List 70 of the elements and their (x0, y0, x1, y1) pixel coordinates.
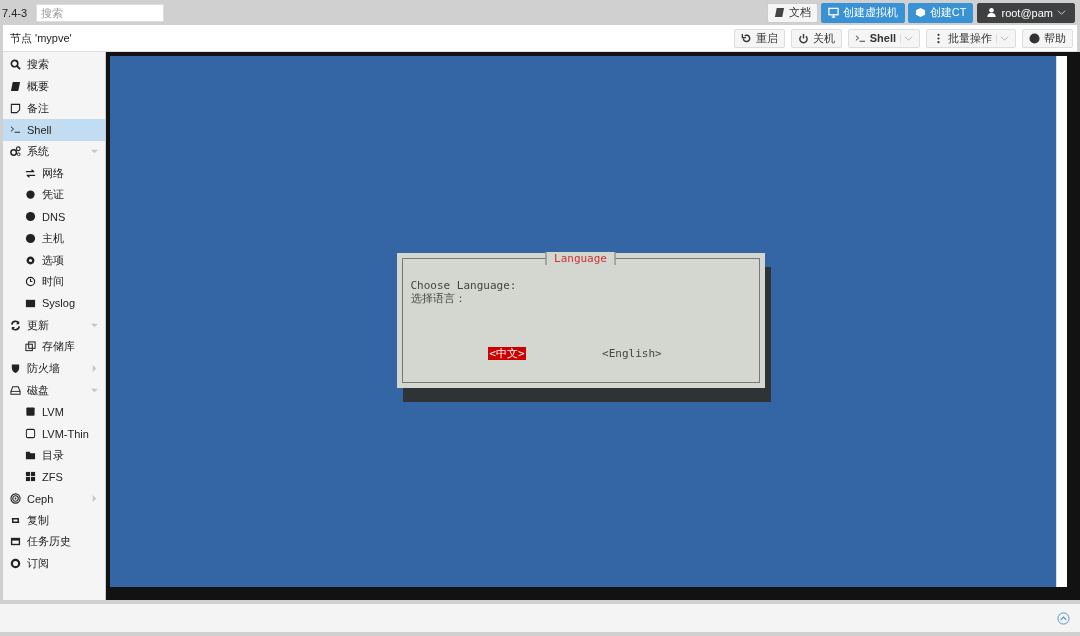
shield-icon (10, 362, 21, 374)
dialog-text: Choose Language: (410, 278, 518, 292)
copy-icon (25, 341, 36, 353)
sidebar-item[interactable]: 订阅 (3, 552, 105, 575)
window-icon (10, 536, 21, 548)
terminal-icon (10, 124, 21, 136)
sidebar-item[interactable]: 选项 (3, 249, 105, 271)
caret-right-icon[interactable] (90, 494, 99, 504)
sidebar-item[interactable]: 复制 (3, 509, 105, 532)
user-icon (986, 7, 998, 18)
sidebar-item[interactable]: 凭证 (3, 184, 105, 206)
sidebar-item[interactable]: Syslog (3, 292, 105, 315)
search-icon (10, 59, 21, 71)
sidebar-item[interactable]: 任务历史 (3, 531, 105, 553)
cube-icon (914, 7, 926, 18)
sidebar-item[interactable]: 更新 (3, 314, 105, 336)
sidebar-item[interactable]: 时间 (3, 270, 105, 293)
reload-icon (740, 32, 752, 44)
sidebar-item[interactable]: 备注 (3, 97, 105, 120)
sidebar-item[interactable]: Shell (3, 119, 105, 141)
sidebar-item[interactable]: 搜索 (3, 54, 105, 76)
version-label: 7.4-3 (2, 6, 28, 19)
sidebar-item[interactable]: 网络 (3, 162, 105, 185)
book-icon (10, 81, 21, 93)
chevron-down-icon (1057, 8, 1066, 17)
refresh-icon (10, 319, 21, 331)
sidebar-item[interactable]: 存储库 (3, 335, 105, 358)
gears-icon (10, 146, 21, 158)
toolbar-button[interactable]: 文档 (766, 2, 818, 23)
sidebar-item[interactable]: LVM-Thin (3, 422, 105, 445)
list-icon (25, 297, 36, 309)
dialog-text: 选择语言： (410, 291, 467, 305)
sidebar-item[interactable]: 防火墙 (3, 357, 105, 380)
sidebar-item[interactable]: 系统 (3, 140, 105, 163)
header-button[interactable]: 重启 (733, 28, 785, 48)
search-field[interactable]: 搜索 (36, 3, 165, 22)
sidebar-item[interactable]: 主机 (3, 227, 105, 250)
node-title: 节点 'mypve' (9, 30, 72, 46)
chevron-up-icon[interactable] (1057, 611, 1070, 625)
header-button[interactable]: 关机 (790, 28, 842, 48)
monitor-icon (827, 7, 839, 18)
dialog-title: Language (545, 251, 616, 265)
hard-drive-icon (10, 384, 21, 396)
header-button[interactable]: 帮助 (1022, 28, 1073, 48)
square-icon (25, 428, 36, 440)
ring-icon (10, 493, 21, 505)
sidebar-item[interactable]: ZFS (3, 466, 105, 488)
book-icon (773, 7, 785, 18)
sidebar-item[interactable]: 磁盘 (3, 379, 105, 401)
sidebar-item[interactable]: LVM (3, 401, 105, 423)
grid-icon (25, 471, 36, 483)
terminal-screen[interactable]: Language Choose Language: 选择语言： <中文> <English> (110, 56, 1067, 587)
user-menu-button[interactable]: root@pam (977, 2, 1075, 23)
clock-icon (25, 276, 36, 288)
square-icon (25, 406, 36, 418)
sidebar-item[interactable]: 目录 (3, 444, 105, 467)
power-icon (797, 32, 809, 44)
sidebar-item[interactable]: DNS (3, 205, 105, 228)
header-button[interactable]: 批量操作 (926, 28, 1016, 48)
note-icon (10, 102, 21, 114)
sidebar-item[interactable]: 概要 (3, 75, 105, 98)
dialog-option[interactable]: <English> (601, 346, 663, 360)
caret-right-icon[interactable] (90, 363, 99, 373)
header-button[interactable]: Shell (847, 28, 920, 48)
folder-icon (25, 449, 36, 461)
terminal-icon (854, 32, 866, 44)
sidebar-item[interactable]: Ceph (3, 487, 105, 510)
scrollbar[interactable] (1056, 56, 1067, 587)
arrows-icon (25, 167, 36, 179)
dialog-option[interactable]: <中文> (488, 346, 526, 360)
